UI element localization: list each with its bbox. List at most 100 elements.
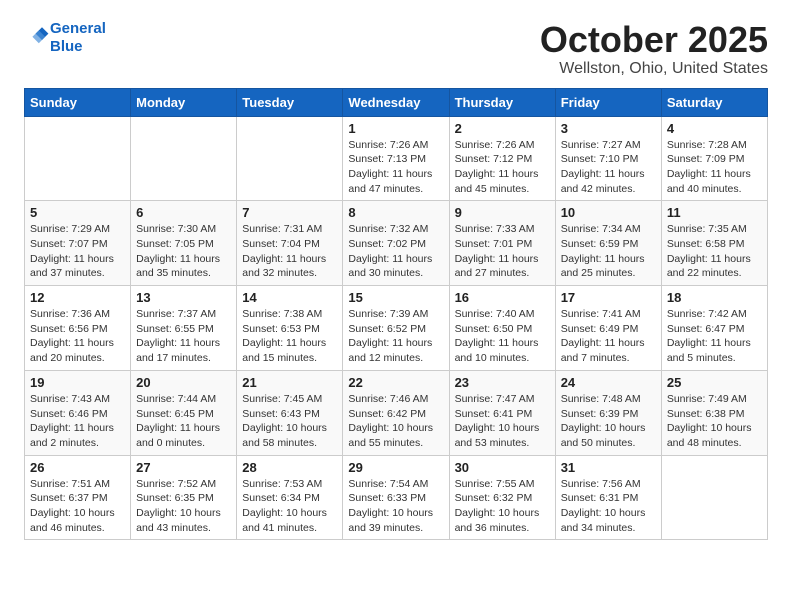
day-info: Sunrise: 7:31 AM Sunset: 7:04 PM Dayligh… — [242, 222, 337, 281]
day-number: 5 — [30, 205, 125, 220]
header: General Blue October 2025 Wellston, Ohio… — [24, 20, 768, 78]
logo-text: General Blue — [50, 20, 106, 56]
day-info: Sunrise: 7:55 AM Sunset: 6:32 PM Dayligh… — [455, 477, 550, 536]
calendar-week-row: 12 Sunrise: 7:36 AM Sunset: 6:56 PM Dayli… — [25, 286, 768, 371]
day-number: 14 — [242, 290, 337, 305]
calendar-day-cell: 9 Sunrise: 7:33 AM Sunset: 7:01 PM Daylig… — [449, 201, 555, 286]
calendar-day-cell: 31 Sunrise: 7:56 AM Sunset: 6:31 PM Dayli… — [555, 455, 661, 540]
day-number: 17 — [561, 290, 656, 305]
calendar-week-row: 19Sunrise: 7:43 AM Sunset: 6:46 PM Dayli… — [25, 370, 768, 455]
day-info: Sunrise: 7:48 AM Sunset: 6:39 PM Dayligh… — [561, 392, 656, 451]
calendar-day-cell: 3 Sunrise: 7:27 AM Sunset: 7:10 PM Daylig… — [555, 116, 661, 201]
day-number: 21 — [242, 375, 337, 390]
day-info: Sunrise: 7:41 AM Sunset: 6:49 PM Dayligh… — [561, 307, 656, 366]
calendar-week-row: 1 Sunrise: 7:26 AM Sunset: 7:13 PM Daylig… — [25, 116, 768, 201]
day-info: Sunrise: 7:51 AM Sunset: 6:37 PM Dayligh… — [30, 477, 125, 536]
day-number: 28 — [242, 460, 337, 475]
day-info: Sunrise: 7:36 AM Sunset: 6:56 PM Dayligh… — [30, 307, 125, 366]
day-info: Sunrise: 7:26 AM Sunset: 7:12 PM Dayligh… — [455, 138, 550, 197]
calendar-day-cell: 6 Sunrise: 7:30 AM Sunset: 7:05 PM Daylig… — [131, 201, 237, 286]
day-info: Sunrise: 7:42 AM Sunset: 6:47 PM Dayligh… — [667, 307, 762, 366]
logo-general: General — [50, 20, 106, 37]
calendar-day-cell: 15 Sunrise: 7:39 AM Sunset: 6:52 PM Dayli… — [343, 286, 449, 371]
day-info: Sunrise: 7:39 AM Sunset: 6:52 PM Dayligh… — [348, 307, 443, 366]
calendar-day-cell: 21 Sunrise: 7:45 AM Sunset: 6:43 PM Dayli… — [237, 370, 343, 455]
day-number: 31 — [561, 460, 656, 475]
calendar-day-cell: 26 Sunrise: 7:51 AM Sunset: 6:37 PM Dayli… — [25, 455, 131, 540]
calendar-day-cell: 1 Sunrise: 7:26 AM Sunset: 7:13 PM Daylig… — [343, 116, 449, 201]
calendar-day-cell: 19Sunrise: 7:43 AM Sunset: 6:46 PM Dayli… — [25, 370, 131, 455]
day-of-week-header: Thursday — [449, 88, 555, 116]
day-info: Sunrise: 7:27 AM Sunset: 7:10 PM Dayligh… — [561, 138, 656, 197]
calendar-table: SundayMondayTuesdayWednesdayThursdayFrid… — [24, 88, 768, 541]
day-info: Sunrise: 7:30 AM Sunset: 7:05 PM Dayligh… — [136, 222, 231, 281]
day-number: 7 — [242, 205, 337, 220]
calendar-week-row: 26 Sunrise: 7:51 AM Sunset: 6:37 PM Dayli… — [25, 455, 768, 540]
calendar-day-cell: 27 Sunrise: 7:52 AM Sunset: 6:35 PM Dayli… — [131, 455, 237, 540]
day-number: 23 — [455, 375, 550, 390]
day-number: 8 — [348, 205, 443, 220]
calendar-day-cell: 28 Sunrise: 7:53 AM Sunset: 6:34 PM Dayli… — [237, 455, 343, 540]
calendar-day-cell: 17 Sunrise: 7:41 AM Sunset: 6:49 PM Dayli… — [555, 286, 661, 371]
calendar-day-cell: 2 Sunrise: 7:26 AM Sunset: 7:12 PM Daylig… — [449, 116, 555, 201]
day-of-week-header: Wednesday — [343, 88, 449, 116]
day-of-week-header: Saturday — [661, 88, 767, 116]
calendar-day-cell: 18Sunrise: 7:42 AM Sunset: 6:47 PM Dayli… — [661, 286, 767, 371]
day-number: 2 — [455, 121, 550, 136]
day-of-week-header: Sunday — [25, 88, 131, 116]
calendar-day-cell: 23Sunrise: 7:47 AM Sunset: 6:41 PM Dayli… — [449, 370, 555, 455]
day-number: 26 — [30, 460, 125, 475]
day-number: 9 — [455, 205, 550, 220]
day-info: Sunrise: 7:28 AM Sunset: 7:09 PM Dayligh… — [667, 138, 762, 197]
day-number: 22 — [348, 375, 443, 390]
calendar-day-cell: 12 Sunrise: 7:36 AM Sunset: 6:56 PM Dayli… — [25, 286, 131, 371]
calendar-day-cell: 22 Sunrise: 7:46 AM Sunset: 6:42 PM Dayli… — [343, 370, 449, 455]
day-number: 3 — [561, 121, 656, 136]
calendar-day-cell — [25, 116, 131, 201]
calendar-day-cell: 16 Sunrise: 7:40 AM Sunset: 6:50 PM Dayli… — [449, 286, 555, 371]
day-info: Sunrise: 7:49 AM Sunset: 6:38 PM Dayligh… — [667, 392, 762, 451]
day-info: Sunrise: 7:56 AM Sunset: 6:31 PM Dayligh… — [561, 477, 656, 536]
calendar-day-cell: 20Sunrise: 7:44 AM Sunset: 6:45 PM Dayli… — [131, 370, 237, 455]
day-number: 20 — [136, 375, 231, 390]
day-number: 25 — [667, 375, 762, 390]
day-number: 15 — [348, 290, 443, 305]
day-number: 13 — [136, 290, 231, 305]
day-info: Sunrise: 7:37 AM Sunset: 6:55 PM Dayligh… — [136, 307, 231, 366]
day-of-week-header: Friday — [555, 88, 661, 116]
day-number: 30 — [455, 460, 550, 475]
calendar-day-cell: 29Sunrise: 7:54 AM Sunset: 6:33 PM Dayli… — [343, 455, 449, 540]
day-info: Sunrise: 7:26 AM Sunset: 7:13 PM Dayligh… — [348, 138, 443, 197]
day-number: 27 — [136, 460, 231, 475]
calendar-header-row: SundayMondayTuesdayWednesdayThursdayFrid… — [25, 88, 768, 116]
calendar-day-cell: 24Sunrise: 7:48 AM Sunset: 6:39 PM Dayli… — [555, 370, 661, 455]
day-info: Sunrise: 7:33 AM Sunset: 7:01 PM Dayligh… — [455, 222, 550, 281]
day-number: 11 — [667, 205, 762, 220]
calendar-week-row: 5 Sunrise: 7:29 AM Sunset: 7:07 PM Daylig… — [25, 201, 768, 286]
day-info: Sunrise: 7:46 AM Sunset: 6:42 PM Dayligh… — [348, 392, 443, 451]
day-info: Sunrise: 7:53 AM Sunset: 6:34 PM Dayligh… — [242, 477, 337, 536]
day-info: Sunrise: 7:43 AM Sunset: 6:46 PM Dayligh… — [30, 392, 125, 451]
day-info: Sunrise: 7:54 AM Sunset: 6:33 PM Dayligh… — [348, 477, 443, 536]
day-info: Sunrise: 7:40 AM Sunset: 6:50 PM Dayligh… — [455, 307, 550, 366]
day-number: 6 — [136, 205, 231, 220]
calendar-day-cell: 30 Sunrise: 7:55 AM Sunset: 6:32 PM Dayli… — [449, 455, 555, 540]
calendar-day-cell — [661, 455, 767, 540]
calendar-day-cell: 14Sunrise: 7:38 AM Sunset: 6:53 PM Dayli… — [237, 286, 343, 371]
calendar-day-cell: 4 Sunrise: 7:28 AM Sunset: 7:09 PM Daylig… — [661, 116, 767, 201]
day-number: 12 — [30, 290, 125, 305]
day-info: Sunrise: 7:29 AM Sunset: 7:07 PM Dayligh… — [30, 222, 125, 281]
day-info: Sunrise: 7:34 AM Sunset: 6:59 PM Dayligh… — [561, 222, 656, 281]
day-number: 1 — [348, 121, 443, 136]
day-info: Sunrise: 7:45 AM Sunset: 6:43 PM Dayligh… — [242, 392, 337, 451]
day-number: 16 — [455, 290, 550, 305]
day-info: Sunrise: 7:52 AM Sunset: 6:35 PM Dayligh… — [136, 477, 231, 536]
title-area: October 2025 Wellston, Ohio, United Stat… — [540, 20, 768, 78]
calendar-day-cell: 7 Sunrise: 7:31 AM Sunset: 7:04 PM Daylig… — [237, 201, 343, 286]
day-info: Sunrise: 7:35 AM Sunset: 6:58 PM Dayligh… — [667, 222, 762, 281]
calendar-day-cell: 13 Sunrise: 7:37 AM Sunset: 6:55 PM Dayli… — [131, 286, 237, 371]
day-number: 4 — [667, 121, 762, 136]
logo: General Blue — [24, 20, 106, 56]
calendar-day-cell: 8Sunrise: 7:32 AM Sunset: 7:02 PM Daylig… — [343, 201, 449, 286]
calendar-day-cell: 5 Sunrise: 7:29 AM Sunset: 7:07 PM Daylig… — [25, 201, 131, 286]
